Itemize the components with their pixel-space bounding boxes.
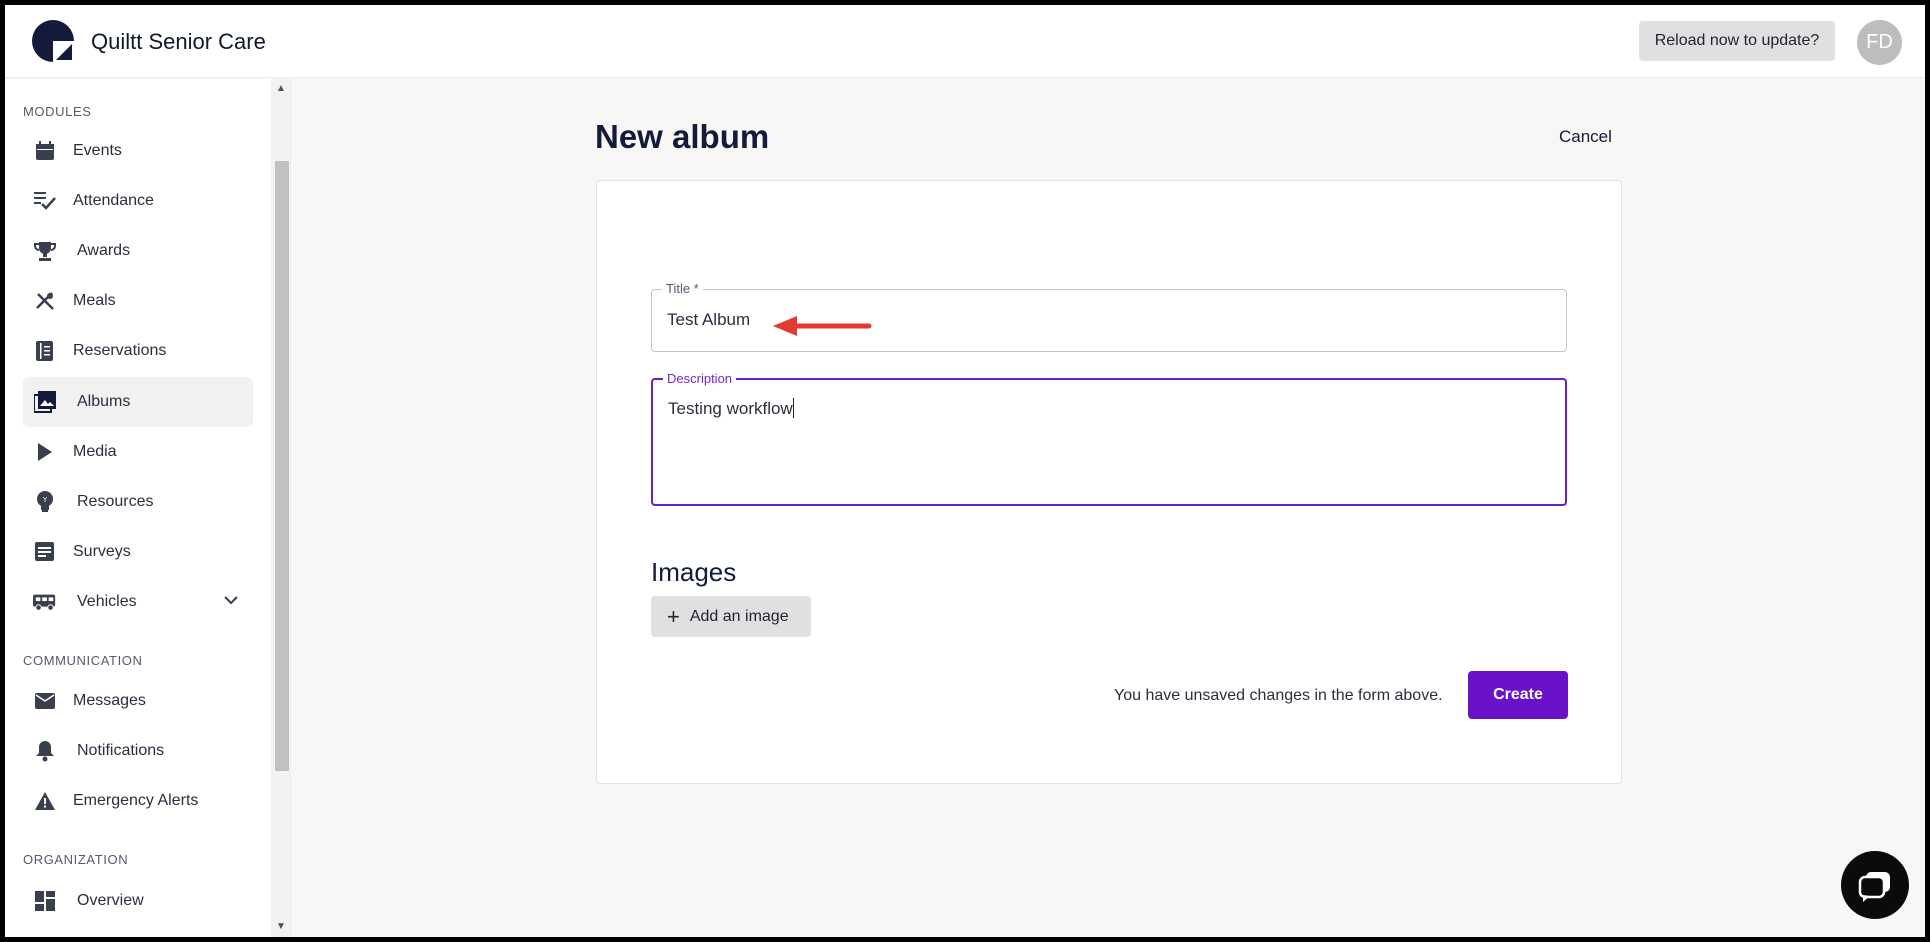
dashboard-icon [33, 889, 57, 913]
checklist-icon [33, 189, 57, 213]
description-field-label: Description [663, 371, 737, 386]
photo-album-icon [33, 390, 57, 414]
sidebar-item-label: Notifications [77, 742, 165, 759]
section-label-organization: ORGANIZATION [23, 852, 129, 867]
sidebar-scroll-thumb[interactable] [275, 161, 289, 771]
avatar[interactable]: FD [1857, 20, 1902, 65]
bus-icon [33, 590, 57, 614]
sidebar-item-awards[interactable]: Awards [23, 226, 253, 276]
sidebar-item-label: Surveys [73, 543, 131, 560]
cancel-button[interactable]: Cancel [1559, 127, 1612, 147]
sidebar-item-label: Reservations [73, 342, 167, 359]
sidebar-item-label: Events [73, 142, 122, 159]
calendar-icon [33, 139, 57, 163]
sidebar-item-media[interactable]: Media [23, 427, 253, 477]
add-image-button[interactable]: + Add an image [651, 596, 811, 637]
sidebar-item-label: Albums [77, 393, 131, 410]
red-arrow-annotation-icon [773, 316, 872, 336]
text-cursor [792, 398, 794, 418]
images-heading: Images [651, 557, 737, 587]
chat-widget-button[interactable] [1841, 851, 1909, 919]
sidebar-item-label: Overview [77, 892, 144, 909]
quiltt-logo [32, 20, 74, 62]
sidebar-item-messages[interactable]: Messages [23, 676, 253, 726]
envelope-icon [33, 689, 57, 713]
utensils-icon [33, 289, 57, 313]
sidebar-item-label: Awards [77, 242, 131, 259]
sidebar-item-label: Resources [77, 493, 154, 510]
top-header: Quiltt Senior Care Reload now to update?… [5, 5, 1925, 78]
sidebar-item-reservations[interactable]: Reservations [23, 326, 253, 376]
sidebar-item-label: Messages [73, 692, 146, 709]
page-title: New album [595, 118, 770, 155]
sidebar-item-label: Attendance [73, 192, 154, 209]
svg-text:Y: Y [42, 496, 48, 504]
description-field[interactable]: Description Testing workflow [651, 371, 1567, 506]
section-label-modules: MODULES [23, 104, 92, 119]
chat-bubble-icon [1858, 872, 1890, 902]
description-text: Testing workflow [668, 399, 793, 418]
play-icon [33, 440, 57, 464]
sidebar-item-label: Media [73, 443, 117, 460]
trophy-icon [33, 239, 57, 263]
warning-icon [33, 789, 57, 813]
lightbulb-icon: Y [33, 490, 57, 514]
sidebar-item-resources[interactable]: Y Resources [23, 477, 253, 527]
title-input-value[interactable]: Test Album [667, 310, 750, 330]
sidebar-item-meals[interactable]: Meals [23, 276, 253, 326]
sidebar-item-vehicles[interactable]: Vehicles [23, 577, 253, 627]
create-button[interactable]: Create [1468, 671, 1568, 719]
sidebar: MODULES Events Attendance Awards Meals R… [5, 79, 291, 937]
sidebar-item-notifications[interactable]: Notifications [23, 726, 253, 776]
add-image-label: Add an image [689, 607, 789, 625]
scroll-down-arrow-icon[interactable]: ▼ [275, 921, 287, 933]
reload-button[interactable]: Reload now to update? [1639, 21, 1835, 61]
sidebar-item-emergency-alerts[interactable]: Emergency Alerts [23, 776, 253, 826]
chevron-down-icon[interactable] [223, 592, 239, 613]
scroll-up-arrow-icon[interactable]: ▲ [275, 83, 287, 95]
sidebar-item-albums[interactable]: Albums [23, 377, 253, 427]
sidebar-item-label: Emergency Alerts [73, 792, 199, 809]
title-field-label: Title * [662, 281, 703, 296]
plus-icon: + [667, 603, 680, 629]
section-label-communication: COMMUNICATION [23, 653, 143, 668]
book-icon [33, 339, 57, 363]
sidebar-item-overview[interactable]: Overview [23, 876, 253, 926]
description-textarea[interactable]: Testing workflow [668, 398, 794, 419]
survey-icon [33, 540, 57, 564]
app-name: Quiltt Senior Care [91, 29, 266, 54]
sidebar-item-label: Vehicles [77, 593, 137, 610]
sidebar-item-label: Meals [73, 292, 116, 309]
sidebar-item-attendance[interactable]: Attendance [23, 176, 253, 226]
bell-icon [33, 739, 57, 763]
app-window: Quiltt Senior Care Reload now to update?… [5, 5, 1925, 937]
sidebar-item-surveys[interactable]: Surveys [23, 527, 253, 577]
sidebar-item-events[interactable]: Events [23, 126, 253, 176]
unsaved-changes-notice: You have unsaved changes in the form abo… [1114, 687, 1443, 704]
